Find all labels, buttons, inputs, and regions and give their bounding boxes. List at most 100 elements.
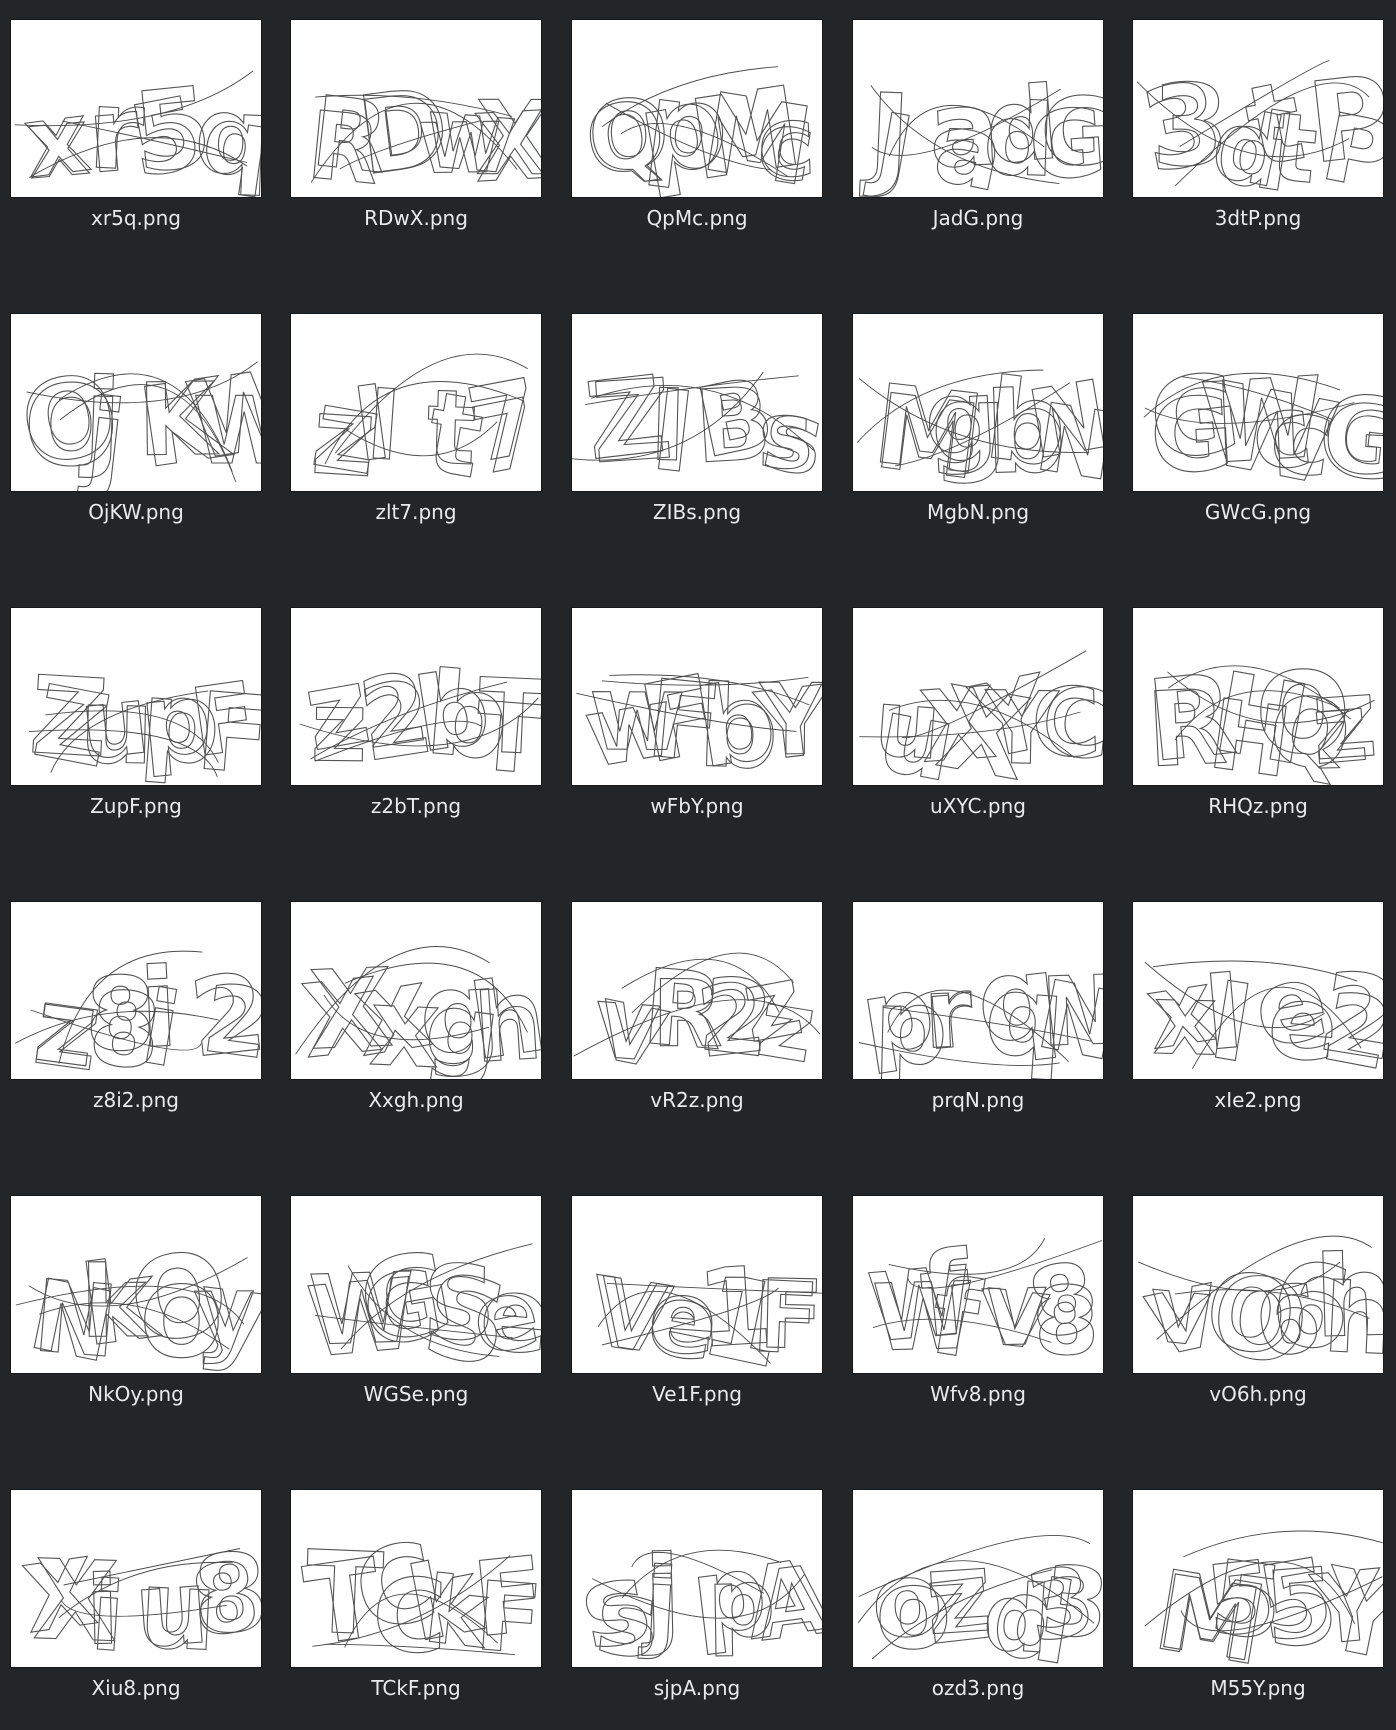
captcha-image: zz22bbTT <box>295 643 541 785</box>
file-item[interactable]: X Xx x g g h h Xxgh.png <box>291 902 541 1142</box>
image-thumbnail[interactable]: MM5555YY <box>1133 1490 1383 1667</box>
image-thumbnail[interactable]: XXxxgghh <box>291 902 541 1079</box>
file-item[interactable]: R R H H Q Qz z RHQz.png <box>1133 608 1383 848</box>
file-item[interactable]: M Mg g b b N N MgbN.png <box>853 314 1103 554</box>
file-name-label: MgbN.png <box>926 500 1030 524</box>
image-thumbnail[interactable]: 33ddttPP <box>1133 20 1383 197</box>
file-item[interactable]: J Ja a d d G G JadG.png <box>853 20 1103 260</box>
captcha-image: ssjj ppAA <box>572 1531 822 1667</box>
captcha-image: ZZuuppFF <box>25 653 261 785</box>
file-item[interactable]: V Ve e 1 1 F F Ve1F.png <box>572 1196 822 1436</box>
file-item[interactable]: w w F Fb b Y Y wFbY.png <box>572 608 822 848</box>
image-thumbnail[interactable]: oozzdd33 <box>853 1490 1103 1667</box>
image-thumbnail[interactable]: OOjjKKWW <box>11 314 261 491</box>
file-item[interactable]: o o z z d d 3 3 ozd3.png <box>853 1490 1103 1730</box>
file-item[interactable]: G G W Wc c G G GWcG.png <box>1133 314 1383 554</box>
image-thumbnail[interactable]: RRHHQQzz <box>1133 608 1383 785</box>
image-thumbnail[interactable]: VVee11FF <box>572 1196 822 1373</box>
file-item[interactable]: X Xi i u u 8 8 Xiu8.png <box>11 1490 261 1730</box>
captcha-image: 33ddttPP <box>1133 51 1383 197</box>
captcha-glyph: G <box>1321 385 1383 491</box>
captcha-image: GGWWccGG <box>1143 350 1383 491</box>
image-thumbnail[interactable]: ZZIIBBss <box>572 314 822 491</box>
file-name-label: xIe2.png <box>1214 1088 1302 1112</box>
file-item[interactable]: M M 5 5 5 5 Y Y M55Y.png <box>1133 1490 1383 1730</box>
captcha-image: OOjj KKWW <box>11 344 261 491</box>
captcha-image: WWGGSSee <box>303 1226 541 1373</box>
file-thumbnail-grid: x x r r 5 5 q q xr5q.png R R D Dw w X X RDwX.png Q Qp p M Mc c… <box>0 0 1396 1710</box>
file-name-label: 3dtP.png <box>1214 206 1302 230</box>
image-thumbnail[interactable]: zz22bbTT <box>291 608 541 785</box>
file-item[interactable]: N Nk k O Oy y NkOy.png <box>11 1196 261 1436</box>
image-thumbnail[interactable]: zz88ii22 <box>11 902 261 1079</box>
file-item[interactable]: s s j j p p A A sjpA.png <box>572 1490 822 1730</box>
captcha-image: uuXXYYCC <box>859 650 1103 785</box>
file-name-label: prqN.png <box>931 1088 1025 1112</box>
image-thumbnail[interactable]: NNkkOOyy <box>11 1196 261 1373</box>
captcha-image: XXii uu88 <box>17 1530 261 1667</box>
file-item[interactable]: z z 8 8 i i 2 2 z8i2.png <box>11 902 261 1142</box>
image-thumbnail[interactable]: WWffvv88 <box>853 1196 1103 1373</box>
image-thumbnail[interactable]: wwFFbbYY <box>572 608 822 785</box>
file-name-label: OjKW.png <box>88 500 184 524</box>
file-name-label: TCkF.png <box>371 1676 461 1700</box>
image-thumbnail[interactable]: MMggbbNN <box>853 314 1103 491</box>
file-name-label: xr5q.png <box>91 206 181 230</box>
file-item[interactable]: x x r r 5 5 q q xr5q.png <box>11 20 261 260</box>
image-thumbnail[interactable]: GGWWccGG <box>1133 314 1383 491</box>
image-thumbnail[interactable]: XXiiuu88 <box>11 1490 261 1667</box>
file-name-label: z8i2.png <box>93 1088 179 1112</box>
captcha-image: WWffvv88 <box>864 1225 1103 1373</box>
file-item[interactable]: W Wf f v v 8 8 Wfv8.png <box>853 1196 1103 1436</box>
file-name-label: uXYC.png <box>930 794 1026 818</box>
captcha-image: XXxxgghh <box>295 939 541 1079</box>
captcha-image: vvOO66hh <box>1133 1231 1383 1373</box>
captcha-glyph: s <box>757 381 815 490</box>
captcha-glyph: y <box>193 1256 256 1366</box>
file-item[interactable]: Q Qp p M Mc c QpMc.png <box>572 20 822 260</box>
file-item[interactable]: z z 2 2 b b T T z2bT.png <box>291 608 541 848</box>
captcha-image: JJ aaddGG <box>858 63 1103 197</box>
image-thumbnail[interactable]: xxrr55qq <box>11 20 261 197</box>
image-thumbnail[interactable]: ZZuuppFF <box>11 608 261 785</box>
captcha-image: xxrr55qq <box>14 62 261 197</box>
file-item[interactable]: v v O O 6 6 h h vO6h.png <box>1133 1196 1383 1436</box>
image-thumbnail[interactable]: QQppMMcc <box>572 20 822 197</box>
file-name-label: Xiu8.png <box>91 1676 181 1700</box>
file-item[interactable]: v v R R 2 2 z z vR2z.png <box>572 902 822 1142</box>
file-item[interactable]: Z Z I I B Bs s ZIBs.png <box>572 314 822 554</box>
file-name-label: vR2z.png <box>650 1088 744 1112</box>
image-thumbnail[interactable]: JJaaddGG <box>853 20 1103 197</box>
file-item[interactable]: 3 3 d d t t P P 3dtP.png <box>1133 20 1383 260</box>
captcha-glyph: z <box>1308 673 1372 785</box>
file-item[interactable]: z z l l t t 7 7 zlt7.png <box>291 314 541 554</box>
file-name-label: WGSe.png <box>363 1382 469 1406</box>
file-name-label: ZIBs.png <box>652 500 742 524</box>
captcha-image: MM5555YY <box>1144 1530 1383 1667</box>
file-item[interactable]: O Oj j K K W W OjKW.png <box>11 314 261 554</box>
file-item[interactable]: R R D Dw w X X RDwX.png <box>291 20 541 260</box>
captcha-glyph: W <box>193 377 261 485</box>
image-thumbnail[interactable]: TTCCkkFF <box>291 1490 541 1667</box>
file-item[interactable]: u u X X Y Y C C uXYC.png <box>853 608 1103 848</box>
file-name-label: wFbY.png <box>650 794 744 818</box>
image-thumbnail[interactable]: zzlltt77 <box>291 314 541 491</box>
image-thumbnail[interactable]: uuXXYYCC <box>853 608 1103 785</box>
file-item[interactable]: Z Zu u p p F F ZupF.png <box>11 608 261 848</box>
image-thumbnail[interactable]: vvOO66hh <box>1133 1196 1383 1373</box>
image-thumbnail[interactable]: vvRR22zz <box>572 902 822 1079</box>
captcha-glyph: G <box>1039 77 1103 187</box>
file-item[interactable]: x x I Ie e 2 2 xIe2.png <box>1133 902 1383 1142</box>
image-thumbnail[interactable]: WWGGSSee <box>291 1196 541 1373</box>
captcha-image: QQppMMcc <box>579 54 822 197</box>
file-item[interactable]: W W G G S Se e WGSe.png <box>291 1196 541 1436</box>
file-item[interactable]: T T C Ck k F F TCkF.png <box>291 1490 541 1730</box>
file-item[interactable]: p p r r q q N N prqN.png <box>853 902 1103 1142</box>
file-name-label: ozd3.png <box>931 1676 1025 1700</box>
captcha-glyph: X <box>471 92 541 197</box>
image-thumbnail[interactable]: xxIIee22 <box>1133 902 1383 1079</box>
captcha-image: zz88ii 22 <box>14 944 261 1079</box>
image-thumbnail[interactable]: pprrqqNN <box>853 902 1103 1079</box>
image-thumbnail[interactable]: RRDDwwXX <box>291 20 541 197</box>
image-thumbnail[interactable]: ssjjppAA <box>572 1490 822 1667</box>
